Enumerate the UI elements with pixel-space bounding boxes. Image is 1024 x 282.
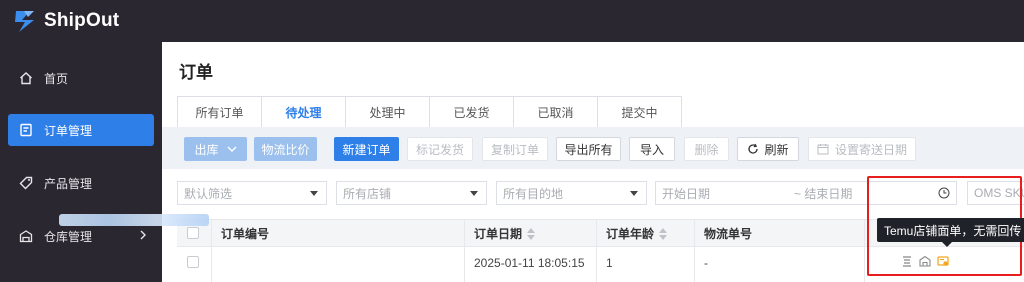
tag-icon [18,175,34,191]
row-checkbox[interactable] [187,256,199,268]
tab-all-orders[interactable]: 所有订单 [177,96,262,127]
warehouse-icon [18,228,34,244]
chevron-down-icon [227,146,236,152]
tab-shipped[interactable]: 已发货 [429,96,514,127]
store-select[interactable]: 所有店铺 [336,181,487,205]
mark-shipped-button[interactable]: 标记发货 [407,137,473,161]
column-tracking-number: 物流单号 [704,227,753,241]
delete-button[interactable]: 删除 [684,137,729,161]
column-divider [864,219,865,282]
sidebar-item-label: 首页 [44,71,69,86]
sort-icon [527,227,536,240]
temu-label-icon[interactable] [937,255,949,267]
logo-text: ShipOut [44,10,120,31]
sidebar-item-orders[interactable]: 订单管理 [8,114,154,146]
tooltip-arrow [942,242,952,247]
order-tabs: 所有订单 待处理 处理中 已发货 已取消 提交中 [177,96,682,128]
action-toolbar: 出库 物流比价 新建订单 标记发货 复制订单 导出所有 导入 删除 刷新 设置寄… [162,127,1024,169]
sidebar-item-label: 订单管理 [44,123,93,138]
tab-cancelled[interactable]: 已取消 [513,96,598,127]
warehouse-icon[interactable] [919,255,931,267]
set-ship-date-button[interactable]: 设置寄送日期 [808,137,916,161]
caret-down-icon [310,191,318,196]
column-divider [596,219,597,282]
sidebar-item-home[interactable]: 首页 [8,62,154,94]
start-date-placeholder: 开始日期 [662,186,711,201]
caret-down-icon [470,191,478,196]
column-order-date[interactable]: 订单日期 [474,220,536,247]
destination-select-value: 所有目的地 [503,186,564,201]
refresh-icon [748,143,759,154]
home-icon [18,70,34,86]
outbound-button[interactable]: 出库 [184,137,247,161]
top-bar: ShipOut [0,0,1024,42]
refresh-label: 刷新 [764,142,789,157]
column-divider [694,219,695,282]
chevron-right-icon [138,228,148,245]
column-divider [464,219,465,282]
column-order-date-label: 订单日期 [474,227,523,241]
orders-icon [18,122,34,138]
order-number-redacted[interactable] [59,214,209,226]
logo[interactable]: ShipOut [12,8,119,34]
compare-shipping-button[interactable]: 物流比价 [254,137,317,161]
sidebar-item-products[interactable]: 产品管理 [8,167,154,199]
row-action-icons [901,255,949,267]
page-title: 订单 [179,63,213,82]
refresh-button[interactable]: 刷新 [737,137,799,161]
copy-order-button[interactable]: 复制订单 [482,137,548,161]
default-filter-value: 默认筛选 [184,186,233,201]
default-filter-select[interactable]: 默认筛选 [177,181,327,205]
caret-down-icon [630,191,638,196]
tab-processing[interactable]: 处理中 [345,96,430,127]
tab-pending[interactable]: 待处理 [261,96,346,128]
tooltip: Temu店铺面单，无需回传 [877,218,1024,242]
select-all-checkbox[interactable] [187,227,199,239]
column-order-age-label: 订单年龄 [606,227,655,241]
sidebar-item-label: 产品管理 [44,176,93,191]
export-all-button[interactable]: 导出所有 [556,137,621,161]
sidebar-item-label: 仓库管理 [44,229,93,244]
end-date-placeholder: ~ 结束日期 [794,186,853,201]
column-order-age[interactable]: 订单年龄 [606,220,668,247]
new-order-button[interactable]: 新建订单 [334,137,399,161]
outbound-label: 出库 [194,142,219,157]
order-date-cell: 2025-01-11 18:05:15 [474,256,585,270]
set-ship-date-label: 设置寄送日期 [834,142,907,157]
column-order-number: 订单编号 [221,227,270,241]
sidebar: 首页 订单管理 产品管理 仓库管理 [0,42,162,282]
tracking-number-cell: - [704,256,708,270]
destination-select[interactable]: 所有目的地 [496,181,647,205]
sort-icon [659,227,668,240]
import-button[interactable]: 导入 [629,137,675,161]
shipout-logo-icon [15,11,34,32]
column-divider [211,219,212,282]
order-age-cell: 1 [606,256,613,270]
calendar-icon [817,144,829,155]
store-select-value: 所有店铺 [343,186,392,201]
print-label-icon[interactable] [901,255,913,267]
tab-submitting[interactable]: 提交中 [597,96,682,127]
